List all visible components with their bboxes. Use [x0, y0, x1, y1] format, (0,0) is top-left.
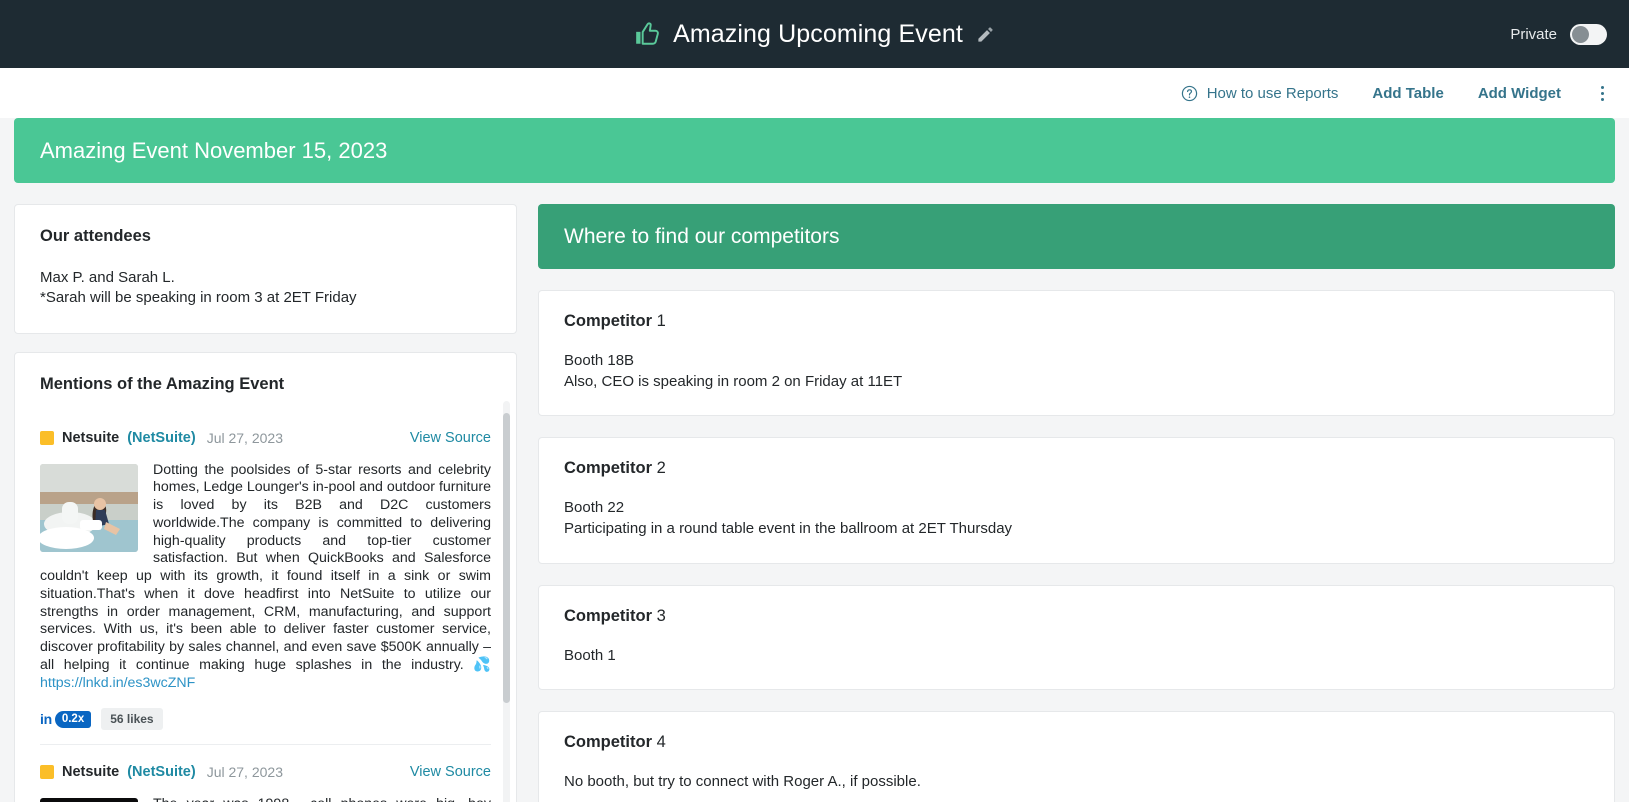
water-splash-emoji-icon: 💦	[473, 656, 491, 673]
privacy-control: Private	[1510, 23, 1607, 45]
mention-author: Netsuite	[62, 429, 120, 446]
mention-thumbnail-image	[40, 463, 138, 552]
competitor-details: No booth, but try to connect with Roger …	[564, 773, 921, 791]
linkedin-engagement-badge: in 0.2x	[40, 710, 92, 728]
privacy-toggle[interactable]	[1570, 23, 1607, 45]
competitor-name: Competitor 4	[564, 733, 1589, 752]
competitor-name-number: 2	[652, 459, 666, 478]
question-circle-icon	[1181, 85, 1198, 102]
attendees-card: Our attendees Max P. and Sarah L. *Sarah…	[14, 204, 517, 334]
competitor-details: Booth 22 Participating in a round table …	[564, 499, 1013, 538]
attendees-title: Our attendees	[40, 227, 151, 245]
add-table-button[interactable]: Add Table	[1372, 85, 1443, 102]
mentions-list: Netsuite (NetSuite) Jul 27, 2023 View So…	[15, 416, 516, 802]
kebab-dot	[1600, 97, 1604, 101]
report-columns: Our attendees Max P. and Sarah L. *Sarah…	[14, 204, 1615, 802]
mention-header: Netsuite (NetSuite) Jul 27, 2023 View So…	[40, 764, 491, 780]
mention-thumbnail-image	[40, 798, 138, 802]
competitor-name: Competitor 1	[564, 312, 1589, 331]
color-swatch-icon	[40, 430, 54, 445]
mentions-title: Mentions of the Amazing Event	[40, 374, 285, 393]
pencil-icon[interactable]	[976, 25, 995, 44]
scrollbar-thumb[interactable]	[503, 412, 510, 703]
mention-date: Jul 27, 2023	[206, 429, 283, 446]
competitor-card: Competitor 1 Booth 18B Also, CEO is spea…	[538, 290, 1615, 417]
mention-body: The year was 1998... cell phones were bi…	[40, 796, 491, 802]
competitors-header: Where to find our competitors	[538, 204, 1615, 269]
mention-handle-link[interactable]: (NetSuite)	[127, 764, 195, 780]
mention-body: Dotting the poolsides of 5-star resorts …	[40, 462, 491, 693]
competitor-card: Competitor 2 Booth 22 Participating in a…	[538, 437, 1615, 564]
competitor-card: Competitor 3 Booth 1	[538, 584, 1615, 691]
title-group: Amazing Upcoming Event	[0, 20, 1629, 49]
mention-author: Netsuite	[62, 764, 120, 781]
mention-link[interactable]: https://lnkd.in/es3wcZNF	[40, 675, 195, 691]
competitor-name-bold: Competitor	[564, 312, 652, 330]
event-banner-title: Amazing Event November 15, 2023	[40, 137, 388, 163]
mention-date: Jul 27, 2023	[206, 764, 283, 781]
kebab-menu-icon[interactable]	[1591, 82, 1613, 104]
left-column: Our attendees Max P. and Sarah L. *Sarah…	[14, 204, 517, 802]
likes-count: 56 likes	[101, 708, 163, 731]
how-to-use-reports-link[interactable]: How to use Reports	[1181, 84, 1339, 102]
competitor-name-bold: Competitor	[564, 459, 652, 478]
view-source-link[interactable]: View Source	[410, 430, 491, 446]
engagement-multiplier: 0.2x	[54, 710, 92, 728]
page-title: Amazing Upcoming Event	[673, 19, 963, 48]
competitor-name-bold: Competitor	[564, 733, 652, 752]
right-column: Where to find our competitors Competitor…	[538, 204, 1615, 802]
view-source-link[interactable]: View Source	[410, 764, 491, 780]
toggle-knob	[1572, 25, 1589, 43]
thumbs-up-icon	[634, 21, 660, 47]
competitor-details: Booth 1	[564, 646, 616, 664]
report-toolbar: How to use Reports Add Table Add Widget	[0, 68, 1629, 118]
how-to-use-reports-label: How to use Reports	[1206, 84, 1339, 102]
competitor-name-number: 4	[652, 733, 666, 752]
competitor-name-number: 3	[652, 606, 666, 625]
competitor-name-number: 1	[652, 312, 666, 330]
privacy-label: Private	[1510, 25, 1557, 43]
competitor-name-bold: Competitor	[564, 606, 652, 625]
mention-body-text: The year was 1998... cell phones were bi…	[153, 796, 491, 802]
kebab-dot	[1600, 91, 1604, 95]
competitor-card: Competitor 4 No booth, but try to connec…	[538, 711, 1615, 802]
list-item: Netsuite (NetSuite) Jul 27, 2023 View So…	[40, 416, 491, 745]
title-bar: Amazing Upcoming Event Private	[0, 0, 1629, 68]
kebab-dot	[1600, 85, 1604, 89]
report-body: Amazing Event November 15, 2023 Our atte…	[0, 118, 1629, 802]
mention-metrics: in 0.2x 56 likes	[40, 692, 491, 731]
attendees-text: Max P. and Sarah L. *Sarah will be speak…	[40, 269, 357, 307]
competitor-name: Competitor 2	[564, 459, 1589, 478]
add-widget-button[interactable]: Add Widget	[1478, 85, 1561, 102]
color-swatch-icon	[40, 765, 54, 780]
mentions-header: Mentions of the Amazing Event	[15, 353, 516, 394]
mentions-card: Mentions of the Amazing Event Netsuite (…	[14, 351, 517, 802]
event-banner: Amazing Event November 15, 2023	[14, 118, 1615, 183]
list-item: Netsuite (NetSuite) Jul 27, 2023 View So…	[40, 744, 491, 802]
competitor-details: Booth 18B Also, CEO is speaking in room …	[564, 352, 903, 390]
mention-handle-link[interactable]: (NetSuite)	[127, 430, 195, 446]
competitors-header-title: Where to find our competitors	[564, 224, 840, 248]
linkedin-icon: in	[40, 711, 52, 728]
mention-header: Netsuite (NetSuite) Jul 27, 2023 View So…	[40, 430, 491, 446]
competitor-name: Competitor 3	[564, 607, 1589, 626]
